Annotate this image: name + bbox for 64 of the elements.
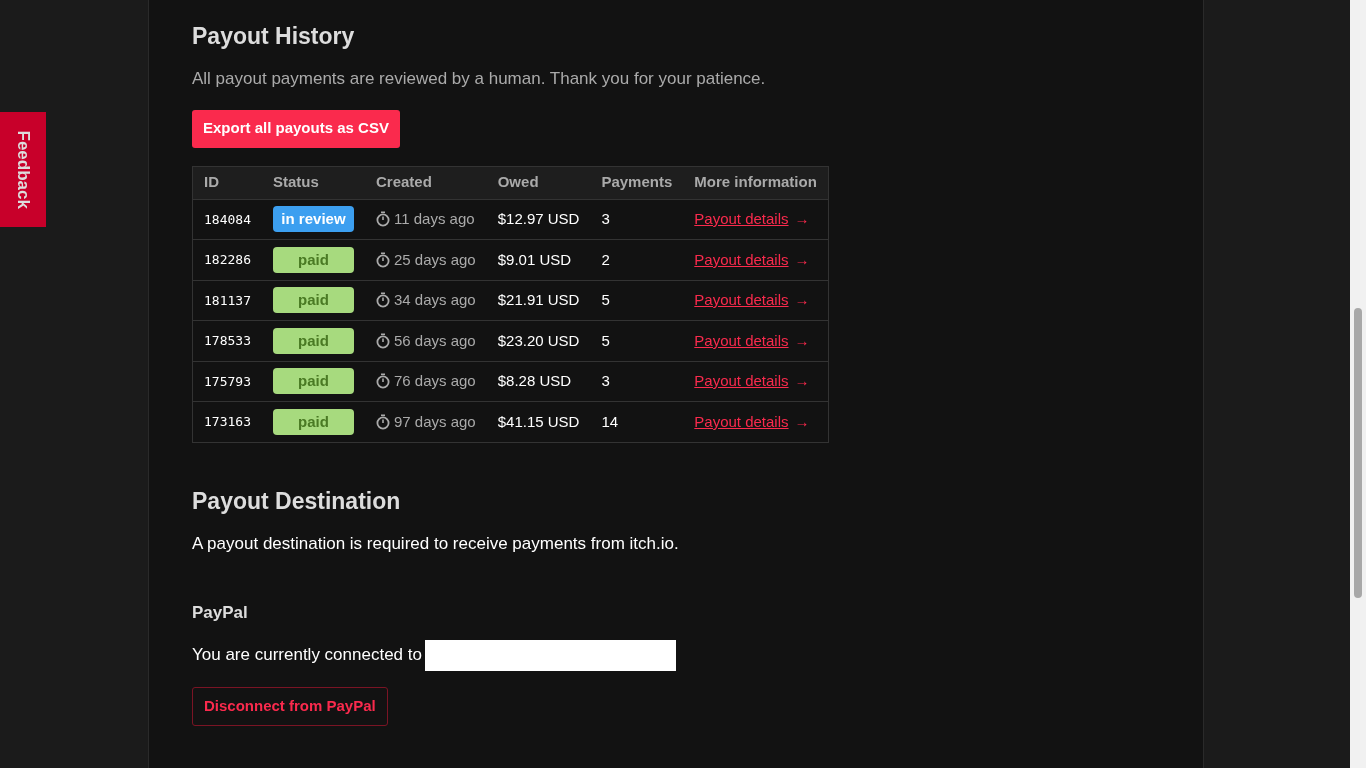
id-cell: 184084: [192, 199, 262, 240]
owed-cell: $23.20 USD: [486, 320, 591, 361]
column-header: Status: [261, 166, 365, 199]
payments-cell: 5: [590, 320, 684, 361]
owed-cell: $12.97 USD: [486, 199, 591, 240]
payments-cell: 3: [590, 199, 684, 240]
payout-details-link[interactable]: Payout details: [694, 412, 789, 430]
subsection-title: PayPal: [192, 602, 249, 624]
note-text: All payout payments are reviewed by a human. Thank you for your patience.: [192, 68, 767, 90]
stopwatch-icon: [375, 292, 390, 309]
payout-details-link[interactable]: Payout details: [694, 250, 789, 268]
column-header: Owed: [486, 166, 591, 199]
created-time: 76 days ago: [393, 371, 476, 391]
payments-cell: 3: [590, 361, 684, 402]
id-cell: 178533: [192, 320, 262, 361]
owed-cell: $41.15 USD: [486, 401, 591, 442]
arrow-text: →: [794, 250, 810, 268]
feedback-tab[interactable]: Feedback: [0, 112, 46, 227]
status-badge: paid: [272, 368, 354, 395]
connection-text: You are currently connected to: [192, 644, 422, 667]
arrow-text: →: [794, 210, 810, 227]
id-cell: 173163: [192, 401, 262, 442]
id-cell: 175793: [192, 361, 262, 402]
column-header: ID: [192, 166, 262, 199]
payments-cell: 14: [590, 401, 684, 442]
created-time: 97 days ago: [393, 411, 476, 432]
note-text: A payout destination is required to receive payments from itch.io.: [192, 532, 680, 555]
section-title: Payout History: [192, 22, 356, 51]
arrow-text: →: [794, 372, 810, 389]
payout-details-link[interactable]: Payout details: [694, 210, 789, 227]
column-header: Created: [364, 166, 487, 199]
status-badge: paid: [272, 287, 354, 314]
stopwatch-icon: [375, 413, 390, 430]
owed-cell: $8.28 USD: [486, 361, 591, 402]
section-title: Payout Destination: [192, 486, 402, 516]
disconnect-button[interactable]: Disconnect from PayPal: [192, 686, 388, 726]
created-time: 34 days ago: [393, 290, 476, 310]
payout-details-link[interactable]: Payout details: [694, 372, 789, 389]
created-time: 56 days ago: [393, 330, 476, 351]
owed-cell: $9.01 USD: [486, 239, 591, 280]
arrow-text: →: [794, 331, 810, 349]
scrollbar-thumb[interactable]: [1354, 308, 1362, 598]
arrow-text: →: [794, 291, 810, 308]
stopwatch-icon: [375, 373, 390, 390]
stopwatch-icon: [375, 251, 390, 268]
created-time: 11 days ago: [393, 209, 475, 229]
status-badge: paid: [272, 327, 354, 354]
stopwatch-icon: [375, 332, 390, 349]
export-button[interactable]: Export all payouts as CSV: [192, 109, 400, 148]
status-badge: paid: [272, 408, 354, 435]
id-cell: 182286: [192, 239, 262, 280]
column-header: More information: [683, 166, 829, 199]
id-cell: 181137: [192, 280, 262, 321]
column-header: Payments: [590, 166, 684, 199]
payments-cell: 2: [590, 239, 684, 280]
stopwatch-icon: [375, 211, 390, 228]
arrow-text: →: [794, 412, 810, 430]
status-badge: in review: [272, 206, 354, 233]
owed-cell: $21.91 USD: [486, 280, 591, 321]
payments-cell: 5: [590, 280, 684, 321]
created-time: 25 days ago: [393, 249, 476, 270]
payout-details-link[interactable]: Payout details: [694, 291, 789, 308]
status-badge: paid: [272, 246, 354, 273]
payout-details-link[interactable]: Payout details: [694, 331, 789, 349]
